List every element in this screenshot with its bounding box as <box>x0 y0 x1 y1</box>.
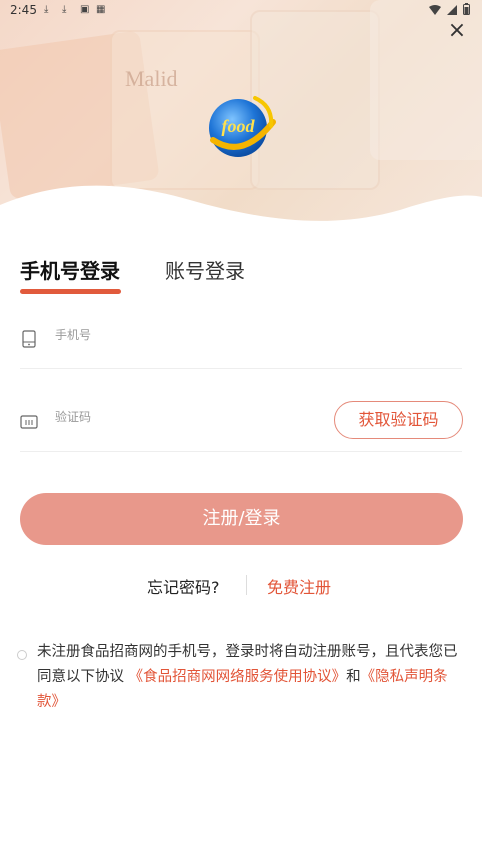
agreement-text: 未注册食品招商网的手机号，登录时将自动注册账号，且代表您已同意以下协议 《食品招… <box>37 640 469 715</box>
free-register-link[interactable]: 免费注册 <box>267 574 331 598</box>
food-logo: food <box>209 96 276 157</box>
status-bar: 2:45 ⤓ ⤓ ▣ ▦ <box>0 0 482 22</box>
get-code-button[interactable]: 获取验证码 <box>334 401 463 439</box>
divider <box>20 451 462 452</box>
close-icon: × <box>447 18 467 43</box>
tab-account-login[interactable]: 账号登录 <box>165 255 245 284</box>
battery-icon <box>463 3 470 18</box>
signal-icon <box>447 4 457 18</box>
divider <box>20 368 462 369</box>
tab-phone-login[interactable]: 手机号登录 <box>20 255 120 284</box>
sim-icon: ▦ <box>96 4 106 15</box>
link-separator <box>246 575 247 595</box>
close-button[interactable]: × <box>446 20 468 42</box>
code-input[interactable] <box>55 406 315 428</box>
wifi-icon <box>429 4 441 18</box>
keyboard-icon <box>20 415 38 429</box>
agreement-checkbox[interactable] <box>17 650 27 660</box>
status-time: 2:45 <box>10 3 37 17</box>
agreement-and: 和 <box>346 669 361 685</box>
download-icon: ⤓ <box>44 4 49 15</box>
notification-icon: ▣ <box>80 4 90 15</box>
package-brand-text: Malid <box>125 66 178 91</box>
login-button[interactable]: 注册/登录 <box>20 493 463 545</box>
forgot-password-link[interactable]: 忘记密码? <box>147 574 220 598</box>
active-tab-indicator <box>20 289 121 294</box>
logo-text: food <box>222 116 256 136</box>
phone-input[interactable] <box>55 324 315 346</box>
wave-divider <box>0 185 482 235</box>
phone-icon <box>22 330 36 348</box>
download-icon: ⤓ <box>62 4 67 15</box>
service-agreement-link[interactable]: 《食品招商网网络服务使用协议》 <box>129 669 347 685</box>
